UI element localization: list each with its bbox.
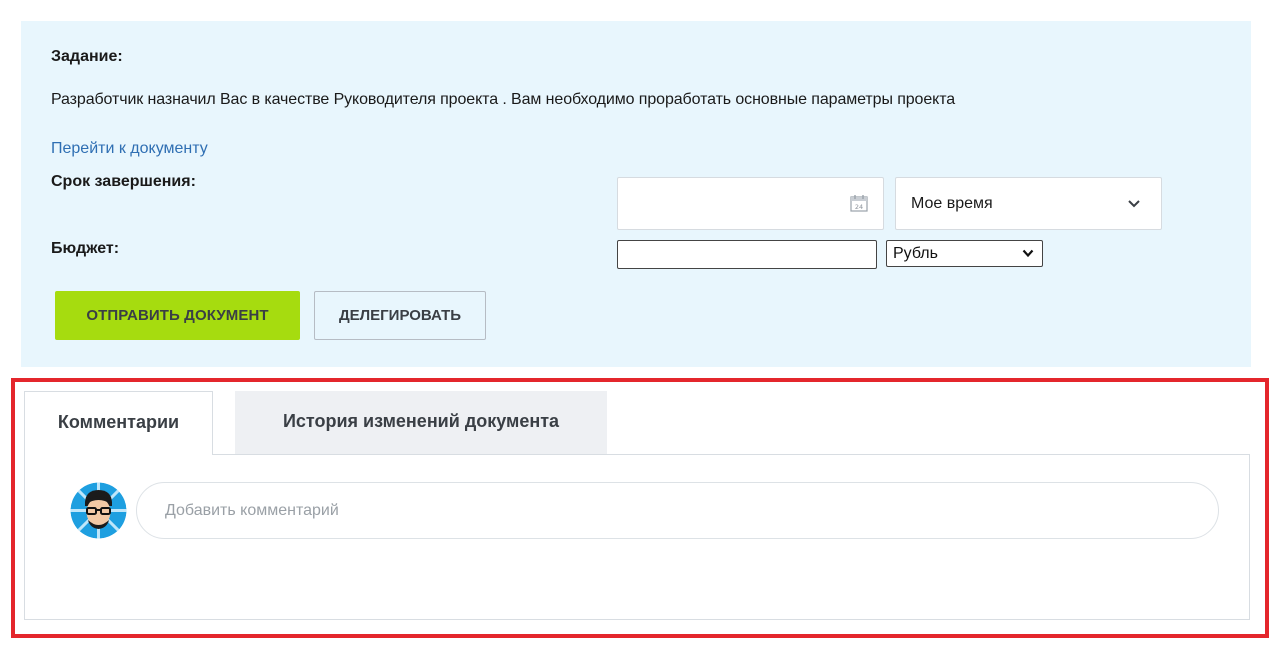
budget-input[interactable] [617, 240, 877, 269]
budget-label: Бюджет: [51, 240, 120, 257]
time-zone-select-value: Мое время [911, 195, 993, 212]
deadline-date-input[interactable]: 24 [617, 177, 884, 230]
delegate-button[interactable]: ДЕЛЕГИРОВАТЬ [314, 291, 486, 340]
currency-select-value: Рубль [893, 245, 938, 262]
task-heading: Задание: [51, 48, 123, 65]
deadline-label: Срок завершения: [51, 173, 196, 190]
send-document-button[interactable]: ОТПРАВИТЬ ДОКУМЕНТ [55, 291, 300, 340]
tab-document-history[interactable]: История изменений документа [235, 391, 607, 454]
tab-comments[interactable]: Комментарии [24, 391, 213, 455]
currency-select[interactable]: Рубль [886, 240, 1043, 267]
chevron-down-icon [1128, 200, 1140, 208]
calendar-icon-day: 24 [855, 203, 863, 211]
chevron-down-icon [1022, 249, 1034, 258]
time-zone-select[interactable]: Мое время [895, 177, 1162, 230]
avatar [70, 482, 127, 539]
task-panel: Задание: Разработчик назначил Вас в каче… [21, 21, 1251, 367]
calendar-icon[interactable]: 24 [849, 193, 869, 213]
go-to-document-link[interactable]: Перейти к документу [51, 140, 208, 158]
task-description: Разработчик назначил Вас в качестве Руко… [51, 91, 956, 108]
add-comment-input[interactable] [136, 482, 1219, 539]
tab-comments-label: Комментарии [57, 412, 180, 432]
tab-document-history-label: История изменений документа [282, 411, 560, 431]
